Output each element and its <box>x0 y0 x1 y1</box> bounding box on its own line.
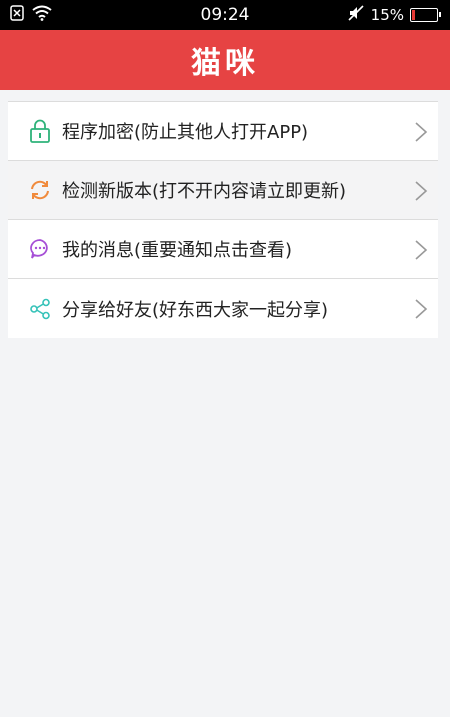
settings-menu: 程序加密(防止其他人打开APP) 检测新版本(打不开内容请立即更新) 我的消息(… <box>8 101 438 338</box>
menu-item-label: 分享给好友(好东西大家一起分享) <box>62 299 329 321</box>
status-bar: 09:24 15% <box>0 0 450 30</box>
chevron-right-icon <box>414 239 428 261</box>
mute-icon <box>347 4 365 26</box>
menu-item-app-lock[interactable]: 程序加密(防止其他人打开APP) <box>8 102 438 161</box>
share-icon <box>28 297 52 321</box>
refresh-icon <box>28 178 52 202</box>
message-icon <box>28 237 52 261</box>
battery-level-fill <box>412 10 415 20</box>
lock-icon <box>28 119 52 143</box>
menu-item-share[interactable]: 分享给好友(好东西大家一起分享) <box>8 279 438 338</box>
menu-item-label: 检测新版本(打不开内容请立即更新) <box>62 181 347 202</box>
title-bar: 猫咪 <box>0 30 450 90</box>
menu-item-label: 我的消息(重要通知点击查看) <box>62 240 293 261</box>
menu-item-label: 程序加密(防止其他人打开APP) <box>62 122 309 143</box>
chevron-right-icon <box>414 121 428 143</box>
battery-percent: 15% <box>370 6 404 24</box>
chevron-right-icon <box>414 298 428 320</box>
chevron-right-icon <box>414 180 428 202</box>
status-right-icons: 15% <box>347 4 441 26</box>
page-title: 猫咪 <box>191 46 259 81</box>
battery-icon <box>410 8 441 22</box>
menu-item-messages[interactable]: 我的消息(重要通知点击查看) <box>8 220 438 279</box>
menu-item-check-update[interactable]: 检测新版本(打不开内容请立即更新) <box>8 161 438 220</box>
